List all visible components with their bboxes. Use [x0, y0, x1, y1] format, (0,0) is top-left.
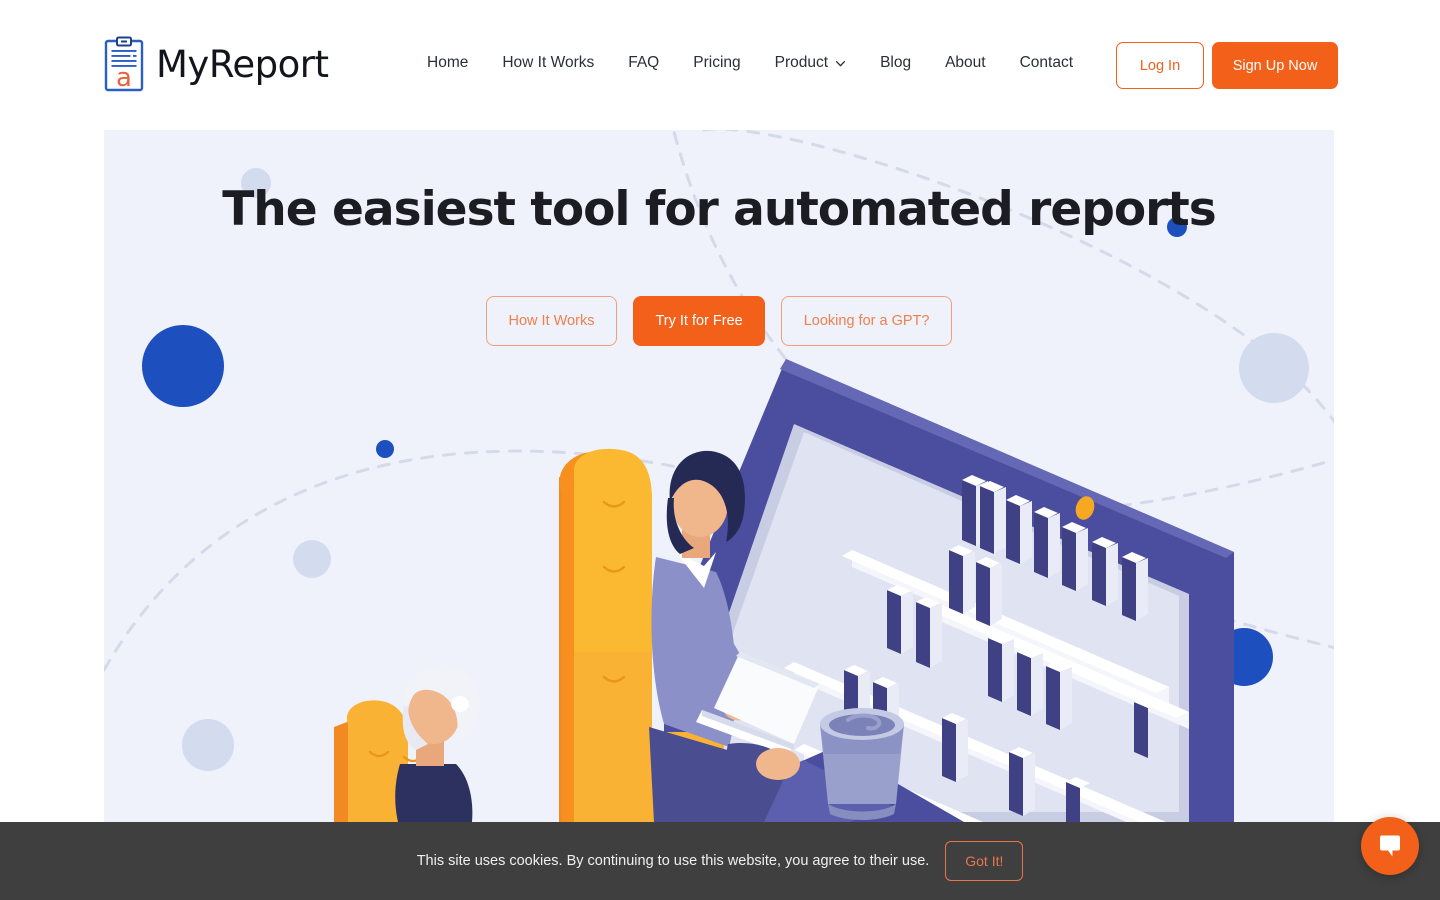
login-button[interactable]: Log In [1116, 42, 1204, 89]
nav-item-how-it-works[interactable]: How It Works [485, 50, 611, 76]
brand-name: MyReport [156, 42, 329, 86]
cookie-accept-button[interactable]: Got It! [945, 841, 1024, 881]
clipboard-icon: a [104, 36, 144, 92]
cta-how-it-works[interactable]: How It Works [485, 296, 618, 346]
chevron-down-icon [836, 60, 846, 66]
nav-item-product[interactable]: Product [758, 50, 863, 76]
cup [700, 807, 744, 822]
chat-widget-button[interactable] [1361, 817, 1419, 875]
nav-label: Home [427, 54, 469, 71]
chat-bubble-icon [1380, 835, 1400, 857]
nav-item-pricing[interactable]: Pricing [676, 50, 757, 76]
nav-item-contact[interactable]: Contact [1003, 50, 1090, 76]
nav-label: About [945, 54, 986, 71]
hero-cta-row: How It Works Try It for Free Looking for… [104, 296, 1334, 346]
main-navigation: Home How It Works FAQ Pricing Product Bl… [410, 50, 1090, 76]
cta-looking-for-gpt[interactable]: Looking for a GPT? [780, 296, 953, 346]
nav-label: How It Works [502, 54, 595, 71]
nav-label: Pricing [693, 54, 741, 71]
cookie-banner: This site uses cookies. By continuing to… [0, 822, 1440, 900]
site-header: a MyReport Home How It Works FAQ Pricing… [0, 0, 1440, 130]
person-seated-left [334, 664, 480, 822]
auth-buttons: Log In Sign Up Now [1116, 42, 1338, 89]
page-title: The easiest tool for automated reports [222, 182, 1217, 237]
signup-button[interactable]: Sign Up Now [1212, 42, 1338, 89]
brand-logo[interactable]: a MyReport [104, 36, 329, 92]
nav-item-about[interactable]: About [928, 50, 1003, 76]
hero-section: The easiest tool for automated reports H… [104, 130, 1334, 822]
waste-bin [820, 708, 904, 820]
cta-try-it-for-free[interactable]: Try It for Free [633, 296, 765, 346]
svg-text:a: a [116, 63, 132, 92]
cookie-banner-text: This site uses cookies. By continuing to… [416, 853, 930, 869]
nav-item-faq[interactable]: FAQ [611, 50, 676, 76]
hero-illustration [334, 359, 1234, 822]
nav-label: Blog [880, 54, 912, 71]
nav-label: FAQ [628, 54, 660, 71]
nav-label: Contact [1019, 54, 1074, 71]
nav-item-home[interactable]: Home [410, 50, 485, 76]
nav-label: Product [774, 54, 829, 71]
landing-page: a MyReport Home How It Works FAQ Pricing… [0, 0, 1440, 900]
nav-item-blog[interactable]: Blog [863, 50, 928, 76]
